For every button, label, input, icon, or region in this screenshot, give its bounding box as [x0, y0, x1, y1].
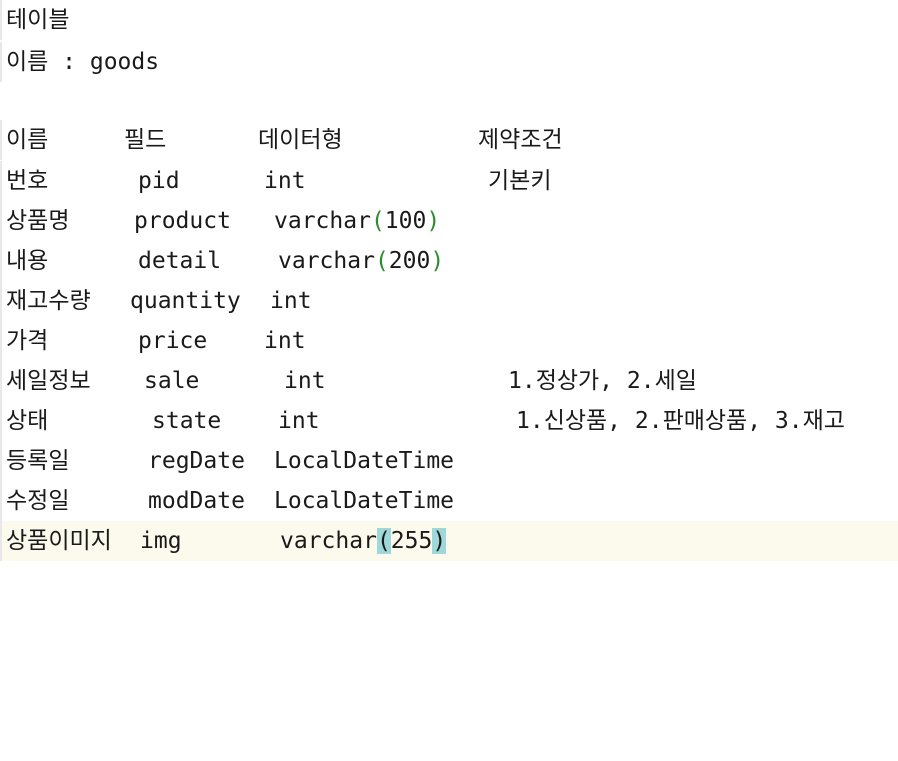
- editor-line-3[interactable]: [0, 82, 898, 122]
- open-paren: (: [374, 248, 389, 274]
- column-header-type: 데이터형: [258, 127, 343, 153]
- close-paren: ): [430, 248, 445, 274]
- row-type: int: [284, 368, 326, 394]
- row-name: 가격: [6, 328, 49, 354]
- row-type: LocalDateTime: [274, 448, 455, 474]
- row-type: varchar(255): [280, 521, 447, 561]
- row-field: product: [134, 208, 231, 234]
- table-row[interactable]: 수정일 modDate LocalDateTime: [0, 481, 898, 521]
- text-editor[interactable]: 테이블 이름 : goods 이름 필드 데이터형 제약조건 번호 pid in…: [0, 0, 898, 578]
- row-name: 상품명: [6, 208, 70, 234]
- type-base: varchar: [278, 248, 375, 274]
- row-name: 등록일: [6, 448, 70, 474]
- row-type: int: [278, 408, 320, 434]
- editor-line-1[interactable]: 테이블: [0, 0, 898, 40]
- line-marker: [0, 42, 2, 82]
- table-row[interactable]: 가격 price int: [0, 321, 898, 361]
- row-constraint: 기본키: [488, 168, 552, 194]
- row-constraint: 1.정상가, 2.세일: [508, 368, 697, 394]
- line-marker: [0, 0, 2, 40]
- close-paren-highlighted: ): [432, 528, 447, 554]
- line-marker: [0, 281, 2, 321]
- row-field: detail: [138, 248, 222, 274]
- header-table-name: 이름 : goods: [6, 49, 160, 75]
- type-base: varchar: [274, 208, 371, 234]
- line-marker: [0, 120, 2, 160]
- table-row[interactable]: 등록일 regDate LocalDateTime: [0, 441, 898, 481]
- row-constraint: 1.신상품, 2.판매상품, 3.재고: [516, 408, 845, 434]
- open-paren: (: [370, 208, 385, 234]
- row-type: varchar(200): [278, 241, 444, 281]
- row-field: state: [152, 408, 222, 434]
- row-name: 세일정보: [6, 368, 91, 394]
- column-header-field: 필드: [124, 127, 167, 153]
- line-marker: [0, 441, 2, 481]
- line-marker: [0, 201, 2, 241]
- close-paren: ): [426, 208, 441, 234]
- editor-line-4[interactable]: 이름 필드 데이터형 제약조건: [0, 120, 898, 160]
- header-title: 테이블: [6, 7, 70, 33]
- line-marker: [0, 361, 2, 401]
- row-field: pid: [138, 168, 180, 194]
- row-field: regDate: [148, 448, 245, 474]
- line-marker: [0, 401, 2, 441]
- row-name: 수정일: [6, 488, 70, 514]
- editor-line-2[interactable]: 이름 : goods: [0, 42, 898, 82]
- row-field: sale: [144, 368, 200, 394]
- row-field: price: [138, 328, 208, 354]
- line-marker: [0, 161, 2, 201]
- table-row[interactable]: 번호 pid int 기본키: [0, 161, 898, 201]
- line-marker: [0, 321, 2, 361]
- table-row[interactable]: 상품명 product varchar(100): [0, 201, 898, 241]
- type-arg: 200: [388, 248, 431, 274]
- row-type: LocalDateTime: [274, 488, 455, 514]
- column-header-name: 이름: [6, 127, 49, 153]
- row-field: modDate: [148, 488, 245, 514]
- line-marker: [0, 521, 2, 561]
- row-type: int: [270, 288, 312, 314]
- row-name: 상태: [6, 408, 49, 434]
- column-header-constraint: 제약조건: [478, 127, 563, 153]
- type-arg: 100: [384, 208, 427, 234]
- type-base: varchar: [280, 528, 377, 554]
- row-name: 내용: [6, 248, 49, 274]
- line-marker: [0, 241, 2, 281]
- row-name: 번호: [6, 168, 49, 194]
- table-row[interactable]: 상태 state int 1.신상품, 2.판매상품, 3.재고: [0, 401, 898, 441]
- row-field: img: [140, 528, 182, 554]
- line-marker: [0, 481, 2, 521]
- table-row[interactable]: 세일정보 sale int 1.정상가, 2.세일: [0, 361, 898, 401]
- table-row[interactable]: 내용 detail varchar(200): [0, 241, 898, 281]
- table-row-current[interactable]: 상품이미지 img varchar(255): [0, 521, 898, 561]
- row-name: 상품이미지: [6, 528, 112, 554]
- table-row[interactable]: 재고수량 quantity int: [0, 281, 898, 321]
- row-name: 재고수량: [6, 288, 91, 314]
- row-type: int: [264, 328, 306, 354]
- open-paren-highlighted: (: [376, 528, 391, 554]
- row-field: quantity: [130, 288, 241, 314]
- row-type: varchar(100): [274, 201, 440, 241]
- type-arg: 255: [390, 528, 433, 554]
- row-type: int: [264, 168, 306, 194]
